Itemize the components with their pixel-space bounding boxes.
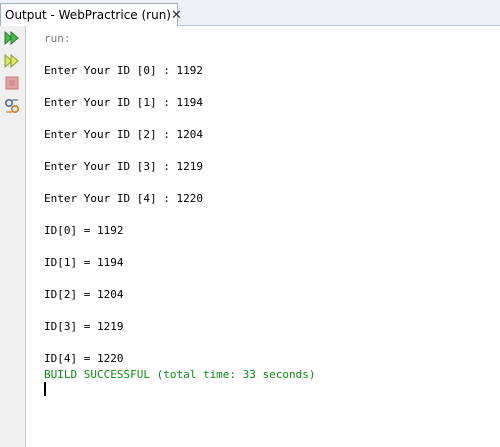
output-tab[interactable]: Output - WebPractrice (run) ✕ [0,3,182,26]
console-line: ID[2] = 1204 [44,288,124,301]
output-tab-bar: Output - WebPractrice (run) ✕ [0,0,500,26]
console-line: Enter Your ID [2] : 1204 [44,128,203,141]
build-status-line: BUILD SUCCESSFUL (total time: 33 seconds… [44,368,316,381]
console-line: ID[4] = 1220 [44,352,124,365]
output-tab-title: Output - WebPractrice (run) [5,8,171,22]
stop-icon[interactable] [3,74,21,92]
console-line: Enter Your ID [0] : 1192 [44,64,203,77]
console-line: ID[1] = 1194 [44,256,124,269]
console-line: Enter Your ID [3] : 1219 [44,160,203,173]
console-line-run: run: [44,32,71,45]
settings-icon[interactable] [3,97,21,115]
text-caret [44,382,46,396]
console-line: ID[3] = 1219 [44,320,124,333]
rerun-icon[interactable] [3,29,21,47]
output-console[interactable]: run: Enter Your ID [0] : 1192 Enter Your… [26,26,500,447]
output-toolbar [0,26,26,447]
console-line: Enter Your ID [1] : 1194 [44,96,203,109]
close-icon[interactable]: ✕ [171,9,182,22]
console-line: ID[0] = 1192 [44,224,124,237]
rerun-with-options-icon[interactable] [3,52,21,70]
console-line: Enter Your ID [4] : 1220 [44,192,203,205]
